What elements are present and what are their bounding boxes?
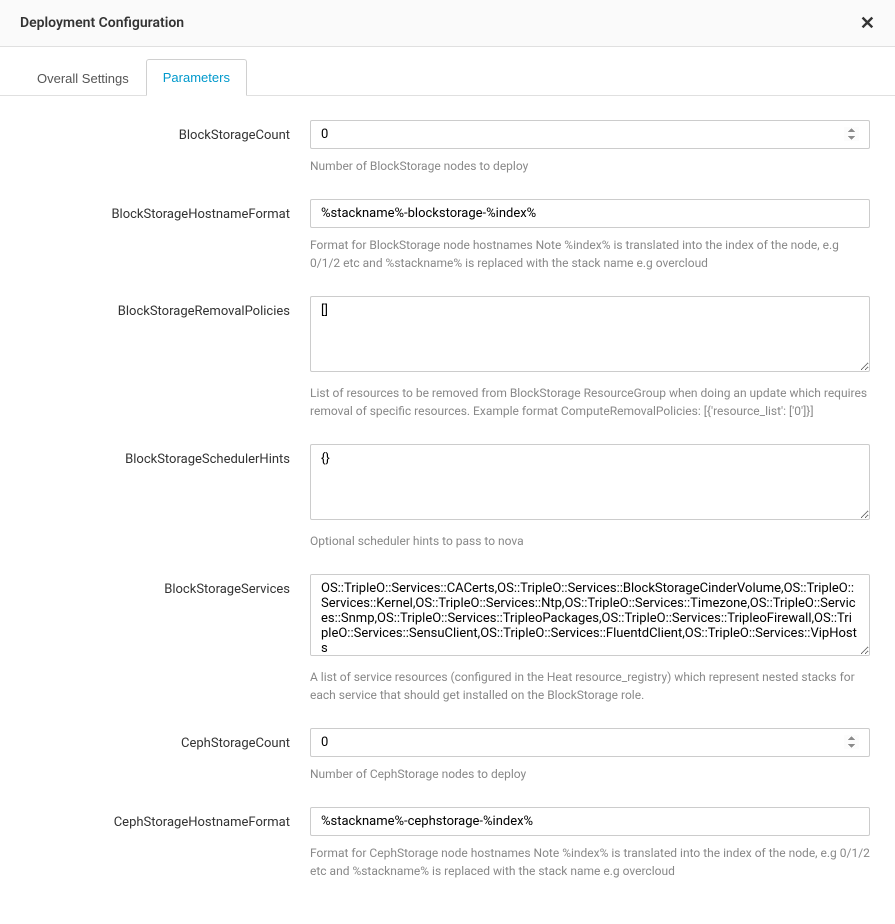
- field-block-storage-scheduler-hints: BlockStorageSchedulerHints Optional sche…: [20, 444, 875, 550]
- label-ceph-storage-hostname-format: CephStorageHostnameFormat: [20, 807, 310, 880]
- help-block-storage-services: A list of service resources (configured …: [310, 668, 870, 704]
- label-ceph-storage-count: CephStorageCount: [20, 728, 310, 783]
- help-block-storage-scheduler-hints: Optional scheduler hints to pass to nova: [310, 532, 870, 550]
- help-ceph-storage-count: Number of CephStorage nodes to deploy: [310, 765, 870, 783]
- help-block-storage-removal-policies: List of resources to be removed from Blo…: [310, 384, 870, 420]
- field-ceph-storage-hostname-format: CephStorageHostnameFormat Format for Cep…: [20, 807, 875, 880]
- tab-parameters[interactable]: Parameters: [146, 59, 247, 96]
- label-block-storage-count: BlockStorageCount: [20, 120, 310, 175]
- help-ceph-storage-hostname-format: Format for CephStorage node hostnames No…: [310, 844, 870, 880]
- tab-overall-settings[interactable]: Overall Settings: [20, 59, 146, 96]
- input-block-storage-removal-policies[interactable]: [310, 296, 870, 372]
- dialog-header: Deployment Configuration ✕: [0, 0, 895, 47]
- close-button[interactable]: ✕: [860, 14, 875, 32]
- help-block-storage-hostname-format: Format for BlockStorage node hostnames N…: [310, 236, 870, 272]
- field-block-storage-removal-policies: BlockStorageRemovalPolicies List of reso…: [20, 296, 875, 420]
- close-icon: ✕: [860, 13, 875, 33]
- field-block-storage-services: BlockStorageServices A list of service r…: [20, 574, 875, 704]
- help-block-storage-count: Number of BlockStorage nodes to deploy: [310, 157, 870, 175]
- field-block-storage-hostname-format: BlockStorageHostnameFormat Format for Bl…: [20, 199, 875, 272]
- label-block-storage-services: BlockStorageServices: [20, 574, 310, 704]
- tabs-bar: Overall Settings Parameters: [0, 59, 895, 96]
- label-block-storage-hostname-format: BlockStorageHostnameFormat: [20, 199, 310, 272]
- input-block-storage-hostname-format[interactable]: [310, 199, 870, 228]
- input-block-storage-scheduler-hints[interactable]: [310, 444, 870, 520]
- input-block-storage-count[interactable]: [310, 120, 870, 149]
- label-block-storage-scheduler-hints: BlockStorageSchedulerHints: [20, 444, 310, 550]
- input-ceph-storage-hostname-format[interactable]: [310, 807, 870, 836]
- input-block-storage-services[interactable]: [310, 574, 870, 656]
- dialog-title: Deployment Configuration: [20, 15, 184, 31]
- input-ceph-storage-count[interactable]: [310, 728, 870, 757]
- label-block-storage-removal-policies: BlockStorageRemovalPolicies: [20, 296, 310, 420]
- field-ceph-storage-count: CephStorageCount Number of CephStorage n…: [20, 728, 875, 783]
- deployment-config-dialog: Deployment Configuration ✕ Overall Setti…: [0, 0, 895, 924]
- field-block-storage-count: BlockStorageCount Number of BlockStorage…: [20, 120, 875, 175]
- form-body: BlockStorageCount Number of BlockStorage…: [0, 96, 895, 924]
